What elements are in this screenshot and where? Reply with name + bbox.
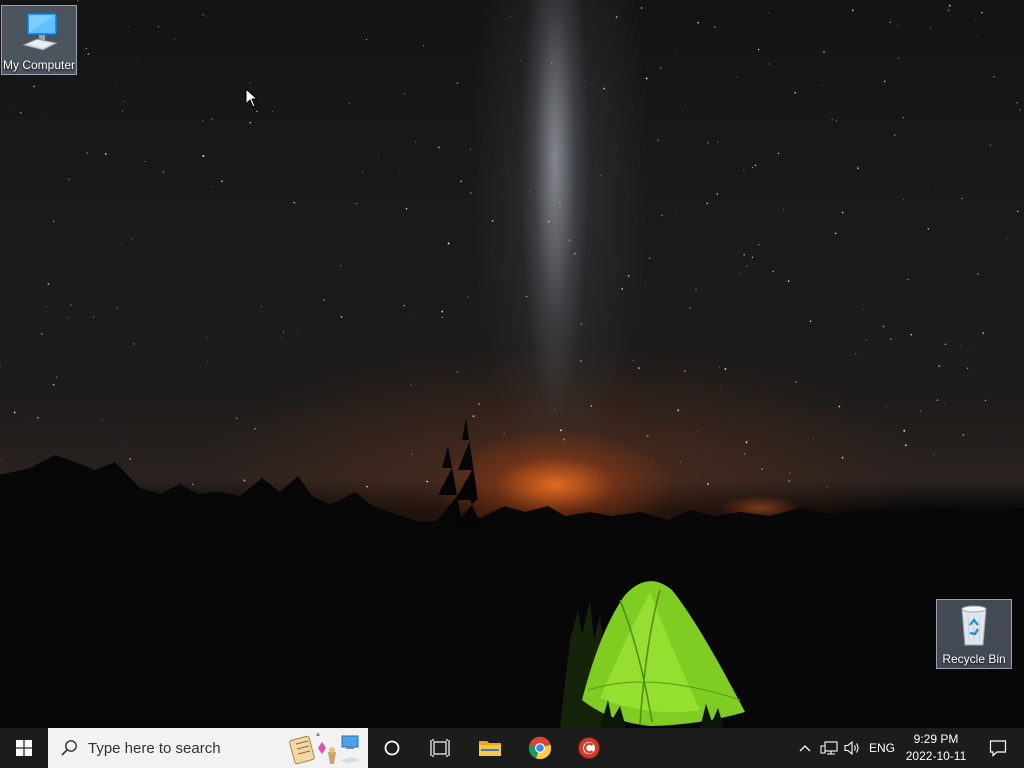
clock-time: 9:29 PM (913, 732, 959, 746)
cortana-button[interactable] (372, 728, 412, 768)
start-button[interactable] (0, 728, 48, 768)
action-center-button[interactable] (978, 728, 1018, 768)
search-highlight-illustration-icon (289, 732, 360, 765)
folder-icon (479, 741, 501, 756)
notification-icon (989, 740, 1007, 757)
desktop-icon-my-computer[interactable]: My Computer (1, 5, 77, 75)
search-box[interactable]: Type here to search (48, 728, 368, 768)
show-hidden-icons-button[interactable] (796, 728, 814, 768)
taskbar-app-ccleaner[interactable] (565, 728, 613, 768)
chrome-icon (528, 736, 552, 760)
desktop-icon-recycle-bin[interactable]: Recycle Bin (936, 599, 1012, 669)
desktop-wallpaper (0, 0, 1024, 728)
landscape-silhouette (0, 418, 1024, 728)
clock-date: 2022-10-11 (905, 749, 967, 763)
desktop-icon-label: My Computer (2, 58, 76, 72)
taskbar-app-file-explorer[interactable] (466, 728, 514, 768)
desktop-icon-label: Recycle Bin (942, 652, 1006, 666)
recycle-bin-icon (961, 605, 987, 646)
chevron-up-icon (799, 745, 811, 752)
windows-logo-icon (16, 740, 32, 756)
volume-button[interactable] (842, 728, 864, 768)
task-view-icon (430, 739, 450, 757)
taskbar-app-chrome[interactable] (516, 728, 564, 768)
task-view-button[interactable] (420, 728, 460, 768)
input-language-indicator[interactable]: ENG (866, 728, 898, 768)
network-icon (820, 741, 838, 755)
ccleaner-icon (578, 737, 600, 759)
search-icon (61, 740, 77, 756)
volume-icon (844, 740, 859, 756)
search-placeholder: Type here to search (88, 740, 221, 757)
clock[interactable]: 9:29 PM 2022-10-11 (898, 731, 974, 767)
taskbar: Type here to search ENG 9:29 PM 2022-10-… (0, 728, 1024, 768)
computer-icon (21, 12, 59, 51)
cortana-circle-icon (384, 740, 400, 756)
network-button[interactable] (818, 728, 840, 768)
mouse-cursor-icon (245, 88, 259, 108)
